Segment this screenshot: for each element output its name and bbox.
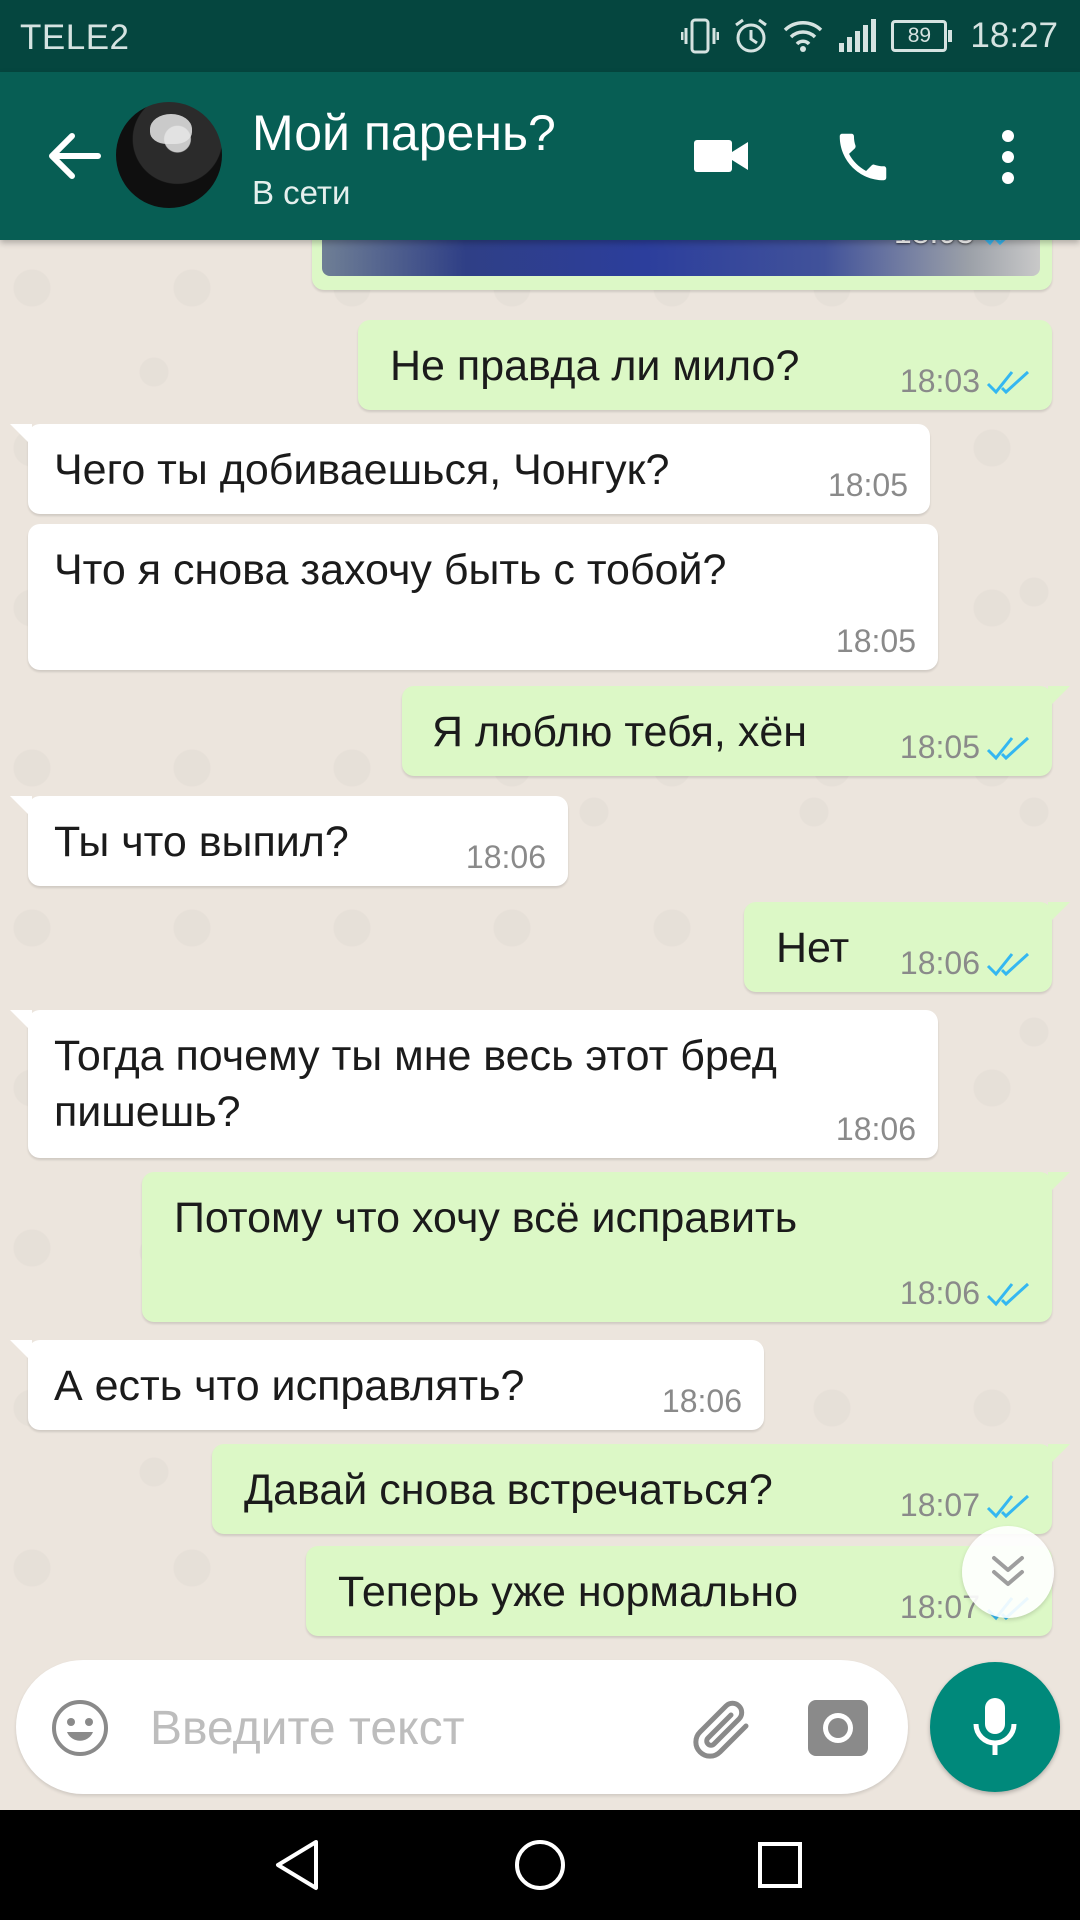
message-text: Что я снова захочу быть с тобой? <box>54 546 727 594</box>
outgoing-message[interactable]: Не правда ли мило? 18:03 <box>358 320 1052 410</box>
message-time: 18:06 <box>835 1111 916 1147</box>
voice-call-button[interactable] <box>832 126 894 193</box>
message-time: 18:05 <box>835 623 916 659</box>
message-input[interactable] <box>148 1690 672 1766</box>
message-time: 18:06 <box>899 1275 980 1311</box>
message-meta: 18:03 <box>900 363 1030 400</box>
incoming-message[interactable]: Что я снова захочу быть с тобой? 18:05 <box>28 524 938 670</box>
contact-status: В сети <box>252 174 351 211</box>
outgoing-message[interactable]: Нет 18:06 <box>744 902 1070 992</box>
battery-indicator: 89 <box>891 20 953 52</box>
back-arrow-icon <box>49 133 101 179</box>
system-navigation-bar <box>0 1810 1080 1920</box>
camera-icon <box>808 1700 868 1756</box>
message-meta: 18:05 <box>836 623 916 660</box>
back-button[interactable] <box>42 124 106 188</box>
message-text: Давай снова встречаться? <box>244 1466 773 1514</box>
message-meta: 18:07 <box>900 1487 1030 1524</box>
status-bar: TELE2 89 18:27 <box>0 0 1080 72</box>
message-time: 18:06 <box>661 1383 742 1419</box>
outgoing-message[interactable]: Теперь уже нормально 18:07 <box>306 1546 1052 1636</box>
message-time: 18:03 <box>899 363 980 399</box>
read-ticks-icon <box>986 1282 1030 1306</box>
incoming-message[interactable]: Чего ты добиваешься, Чонгук? 18:05 <box>10 424 930 514</box>
contact-name[interactable]: Мой парень? <box>252 104 556 162</box>
incoming-message[interactable]: Ты что выпил? 18:06 <box>10 796 568 886</box>
message-text: Чего ты добиваешься, Чонгук? <box>54 446 670 494</box>
nav-back-icon <box>276 1840 318 1890</box>
camera-button[interactable] <box>806 1696 870 1765</box>
message-text: Потому что хочу всё исправить <box>174 1194 798 1242</box>
battery-level: 89 <box>891 20 948 52</box>
incoming-message[interactable]: А есть что исправлять? 18:06 <box>10 1340 764 1430</box>
video-call-button[interactable] <box>690 126 754 191</box>
read-ticks-icon <box>986 952 1030 976</box>
message-text: Я люблю тебя, хён <box>432 708 807 756</box>
scroll-to-bottom-button[interactable] <box>962 1526 1054 1618</box>
message-meta: 18:06 <box>662 1383 742 1420</box>
message-text: Нет <box>776 924 850 972</box>
emoji-icon <box>52 1700 108 1756</box>
alarm-icon <box>735 18 768 53</box>
read-ticks-icon <box>986 1494 1030 1518</box>
vibrate-icon <box>681 18 720 54</box>
more-options-button[interactable] <box>988 126 1028 193</box>
nav-home-icon <box>515 1840 565 1890</box>
chat-header: Мой парень? В сети <box>0 72 1080 240</box>
emoji-button[interactable] <box>50 1698 110 1763</box>
nav-recents-icon <box>758 1842 802 1888</box>
image-message[interactable]: 18:03 <box>312 240 1052 290</box>
attach-icon <box>693 1700 749 1759</box>
message-text: Ты что выпил? <box>54 818 349 866</box>
message-meta: 18:06 <box>836 1111 916 1148</box>
more-vert-icon <box>1002 130 1014 184</box>
message-text: Теперь уже нормально <box>338 1568 799 1616</box>
message-list[interactable]: 18:03 Не правда ли мило? 18:03 Чего ты д… <box>0 240 1080 1650</box>
read-ticks-icon <box>986 370 1030 394</box>
nav-back-button[interactable] <box>272 1838 322 1897</box>
message-time: 18:07 <box>899 1487 980 1523</box>
signal-icon <box>839 19 877 52</box>
message-meta: 18:06 <box>900 1275 1030 1312</box>
status-clock: 18:27 <box>970 16 1058 55</box>
nav-home-button[interactable] <box>514 1838 566 1897</box>
message-text: Тогда почему ты мне весь этот бред пишешь… <box>54 1028 777 1140</box>
message-time: 18:06 <box>465 839 546 875</box>
mic-icon <box>973 1698 1017 1755</box>
message-meta: 18:06 <box>466 839 546 876</box>
wifi-icon <box>784 21 823 52</box>
outgoing-message[interactable]: Я люблю тебя, хён 18:05 <box>402 686 1070 776</box>
message-text: А есть что исправлять? <box>54 1362 525 1410</box>
message-meta: 18:05 <box>900 729 1030 766</box>
scroll-down-icon <box>992 1556 1024 1586</box>
compose-bar <box>16 1660 908 1794</box>
message-time: 18:03 <box>894 240 974 251</box>
contact-avatar[interactable] <box>116 102 222 208</box>
read-ticks-icon <box>985 240 1005 245</box>
attach-button[interactable] <box>688 1696 758 1765</box>
video-call-icon <box>694 140 748 172</box>
message-line: пишешь? <box>54 1088 241 1136</box>
outgoing-message[interactable]: Давай снова встречаться? 18:07 <box>212 1444 1070 1534</box>
message-time: 18:05 <box>827 467 908 503</box>
message-meta: 18:05 <box>828 467 908 504</box>
message-meta: 18:03 <box>894 240 1024 251</box>
status-icons: 89 18:27 <box>681 14 1058 58</box>
phone-icon <box>839 133 887 181</box>
incoming-message[interactable]: Тогда почему ты мне весь этот бред пишешь… <box>10 1010 938 1158</box>
read-ticks-icon <box>986 736 1030 760</box>
voice-record-button[interactable] <box>930 1662 1060 1792</box>
message-meta: 18:06 <box>900 945 1030 982</box>
carrier-name: TELE2 <box>20 18 130 57</box>
message-time: 18:05 <box>899 729 980 765</box>
message-time: 18:06 <box>899 945 980 981</box>
nav-recents-button[interactable] <box>756 1838 804 1897</box>
message-text: Не правда ли мило? <box>390 342 800 390</box>
outgoing-message[interactable]: Потому что хочу всё исправить 18:06 <box>142 1172 1070 1322</box>
message-line: Тогда почему ты мне весь этот бред <box>54 1032 777 1080</box>
